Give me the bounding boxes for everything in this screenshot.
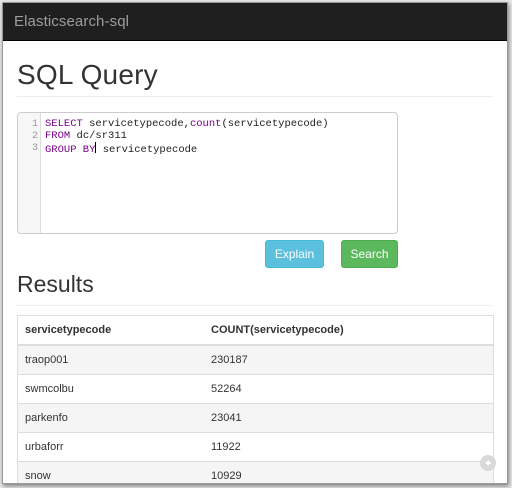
table-cell: parkenfo bbox=[18, 403, 204, 433]
table-row: parkenfo 23041 bbox=[18, 403, 493, 433]
code-text: servicetypecode bbox=[96, 144, 198, 156]
app-window: Elasticsearch-sql SQL Query 1 2 3 SELECT… bbox=[2, 2, 508, 484]
sql-keyword: GROUP BY bbox=[45, 144, 96, 156]
table-cell: 11922 bbox=[204, 432, 493, 462]
title-divider bbox=[17, 96, 493, 97]
results-heading: Results bbox=[17, 271, 94, 297]
explain-button[interactable]: Explain bbox=[265, 240, 324, 268]
table-row: traop001 230187 bbox=[18, 344, 493, 375]
sql-function: count bbox=[189, 118, 222, 130]
table-header-row: servicetypecode COUNT(servicetypecode) bbox=[18, 316, 493, 346]
column-header[interactable]: servicetypecode bbox=[18, 316, 204, 346]
table-row: snow 10929 bbox=[18, 461, 493, 483]
table-row: urbaforr 11922 bbox=[18, 432, 493, 462]
code-line[interactable]: SELECT servicetypecode,count(servicetype… bbox=[45, 118, 329, 130]
brand-link[interactable]: Elasticsearch-sql bbox=[14, 13, 129, 30]
table-cell: 10929 bbox=[204, 461, 493, 483]
table-row: swmcolbu 52264 bbox=[18, 374, 493, 404]
code-line[interactable]: GROUP BY servicetypecode bbox=[45, 142, 197, 156]
column-header[interactable]: COUNT(servicetypecode) bbox=[204, 316, 493, 346]
share-icon bbox=[480, 455, 496, 471]
table-cell: urbaforr bbox=[18, 432, 204, 462]
code-line[interactable]: FROM dc/sr311 bbox=[45, 130, 127, 142]
navbar: Elasticsearch-sql bbox=[3, 3, 507, 41]
table-cell: traop001 bbox=[18, 344, 204, 375]
results-table: servicetypecode COUNT(servicetypecode) t… bbox=[17, 315, 494, 483]
table-cell: 23041 bbox=[204, 403, 493, 433]
code-text: (servicetypecode) bbox=[221, 118, 329, 130]
search-button[interactable]: Search bbox=[341, 240, 398, 268]
sql-keyword: FROM bbox=[45, 130, 71, 142]
table-cell: 230187 bbox=[204, 344, 493, 375]
table-cell: 52264 bbox=[204, 374, 493, 404]
table-cell: swmcolbu bbox=[18, 374, 204, 404]
code-text: dc/sr311 bbox=[70, 130, 127, 142]
sql-editor[interactable]: 1 2 3 SELECT servicetypecode,count(servi… bbox=[17, 112, 398, 234]
line-number: 3 bbox=[31, 143, 38, 154]
line-number: 1 bbox=[31, 119, 38, 130]
table-cell: snow bbox=[18, 461, 204, 483]
sql-keyword: SELECT bbox=[45, 118, 83, 130]
line-number-gutter: 1 2 3 bbox=[18, 113, 41, 233]
page-title: SQL Query bbox=[17, 59, 158, 90]
results-divider bbox=[17, 305, 493, 306]
line-number: 2 bbox=[31, 131, 38, 142]
code-text: servicetypecode, bbox=[82, 118, 190, 130]
